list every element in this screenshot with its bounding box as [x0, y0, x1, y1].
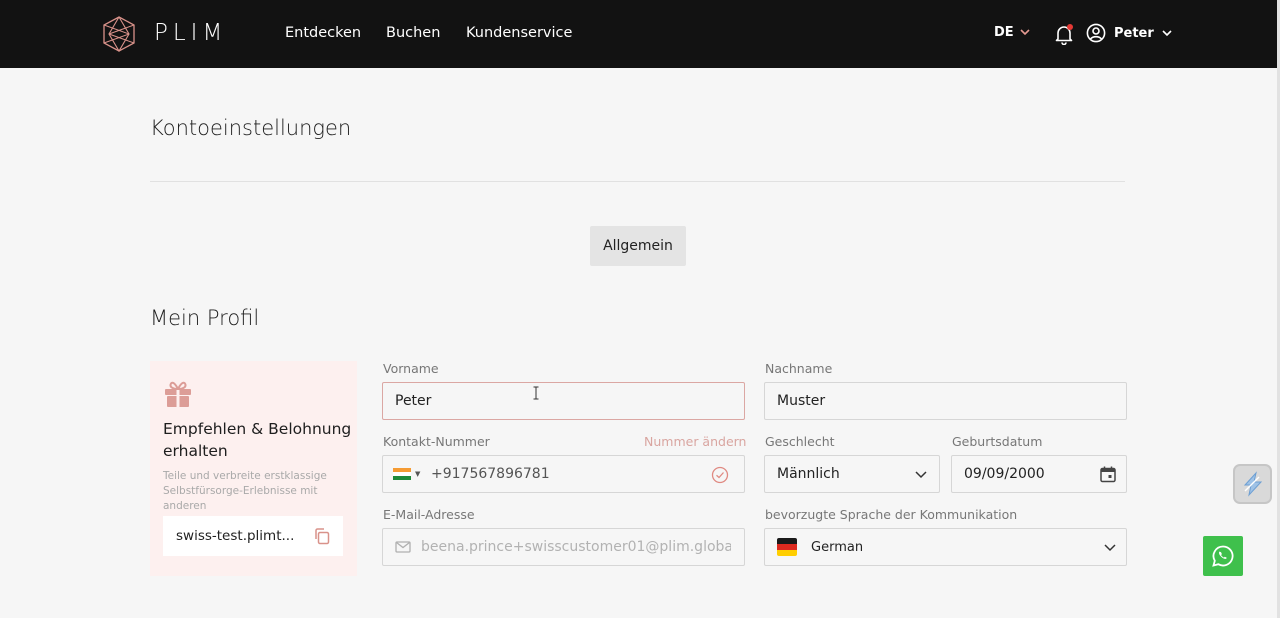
chevron-down-icon — [1162, 29, 1172, 36]
email-value: beena.prince+swisscustomer01@plim.global — [421, 539, 731, 555]
germany-flag-icon — [777, 538, 797, 556]
brand-name[interactable]: PLIM — [154, 20, 227, 46]
country-code-selector[interactable]: ▼ — [393, 468, 431, 480]
nav-kundenservice[interactable]: Kundenservice — [466, 25, 572, 41]
calendar-icon[interactable] — [1099, 465, 1117, 483]
copy-icon[interactable] — [312, 526, 332, 546]
language-label: DE — [994, 25, 1014, 40]
gender-label: Geschlecht — [765, 434, 835, 449]
language-value: German — [811, 539, 864, 555]
email-field[interactable]: beena.prince+swisscustomer01@plim.global — [382, 528, 745, 566]
first-name-field[interactable] — [382, 382, 745, 420]
chevron-down-icon — [1020, 29, 1030, 36]
phone-label: Kontakt-Nummer — [383, 434, 490, 449]
bell-icon[interactable] — [1054, 23, 1074, 45]
caret-down-icon: ▼ — [415, 470, 421, 478]
change-number-link[interactable]: Nummer ändern — [644, 434, 746, 449]
birthdate-label: Geburtsdatum — [952, 434, 1043, 449]
referral-card: Empfehlen & Belohnung erhalten Teile und… — [150, 361, 357, 576]
email-label: E-Mail-Adresse — [383, 507, 475, 522]
scroll-widget-icon — [1243, 471, 1262, 497]
language-select[interactable]: German — [764, 528, 1127, 566]
birthdate-field[interactable]: 09/09/2000 — [951, 455, 1127, 493]
gender-value: Männlich — [777, 466, 840, 482]
referral-description: Teile und verbreite erstklassige Selbstf… — [163, 470, 327, 512]
divider — [150, 181, 1125, 182]
top-navbar: PLIM Entdecken Buchen Kundenservice DE P… — [0, 0, 1277, 68]
phone-field[interactable]: ▼ +917567896781 — [382, 455, 745, 493]
user-circle-icon — [1086, 23, 1106, 43]
language-selector[interactable]: DE — [994, 25, 1030, 40]
first-name-input[interactable] — [395, 393, 744, 409]
chevron-down-icon — [915, 471, 927, 479]
mail-icon — [395, 541, 411, 553]
scroll-widget-button[interactable] — [1233, 464, 1272, 504]
text-cursor-icon — [533, 386, 539, 400]
chevron-down-icon — [1104, 544, 1116, 552]
first-name-label: Vorname — [383, 361, 439, 376]
india-flag-icon — [393, 468, 411, 480]
plim-logo-icon[interactable] — [101, 15, 137, 53]
gift-icon — [165, 381, 191, 407]
section-title: Mein Profil — [150, 306, 260, 330]
nav-entdecken[interactable]: Entdecken — [285, 25, 361, 41]
gender-select[interactable]: Männlich — [764, 455, 940, 493]
user-menu[interactable]: Peter — [1086, 23, 1172, 43]
birthdate-value: 09/09/2000 — [964, 466, 1045, 482]
tab-allgemein[interactable]: Allgemein — [590, 226, 686, 266]
page-title: Kontoeinstellungen — [150, 116, 352, 140]
last-name-field[interactable] — [764, 382, 1127, 420]
check-circle-icon — [711, 466, 729, 484]
language-pref-label: bevorzugte Sprache der Kommunikation — [765, 507, 1018, 522]
whatsapp-button[interactable] — [1203, 536, 1243, 576]
whatsapp-icon — [1212, 545, 1234, 567]
last-name-input[interactable] — [777, 393, 1126, 409]
referral-code: swiss-test.plimt... — [176, 528, 295, 544]
referral-code-box: swiss-test.plimt... — [163, 516, 343, 556]
phone-value: +917567896781 — [431, 466, 550, 482]
nav-buchen[interactable]: Buchen — [386, 25, 440, 41]
referral-title: Empfehlen & Belohnung erhalten — [163, 420, 352, 460]
last-name-label: Nachname — [765, 361, 833, 376]
user-name: Peter — [1114, 25, 1154, 41]
